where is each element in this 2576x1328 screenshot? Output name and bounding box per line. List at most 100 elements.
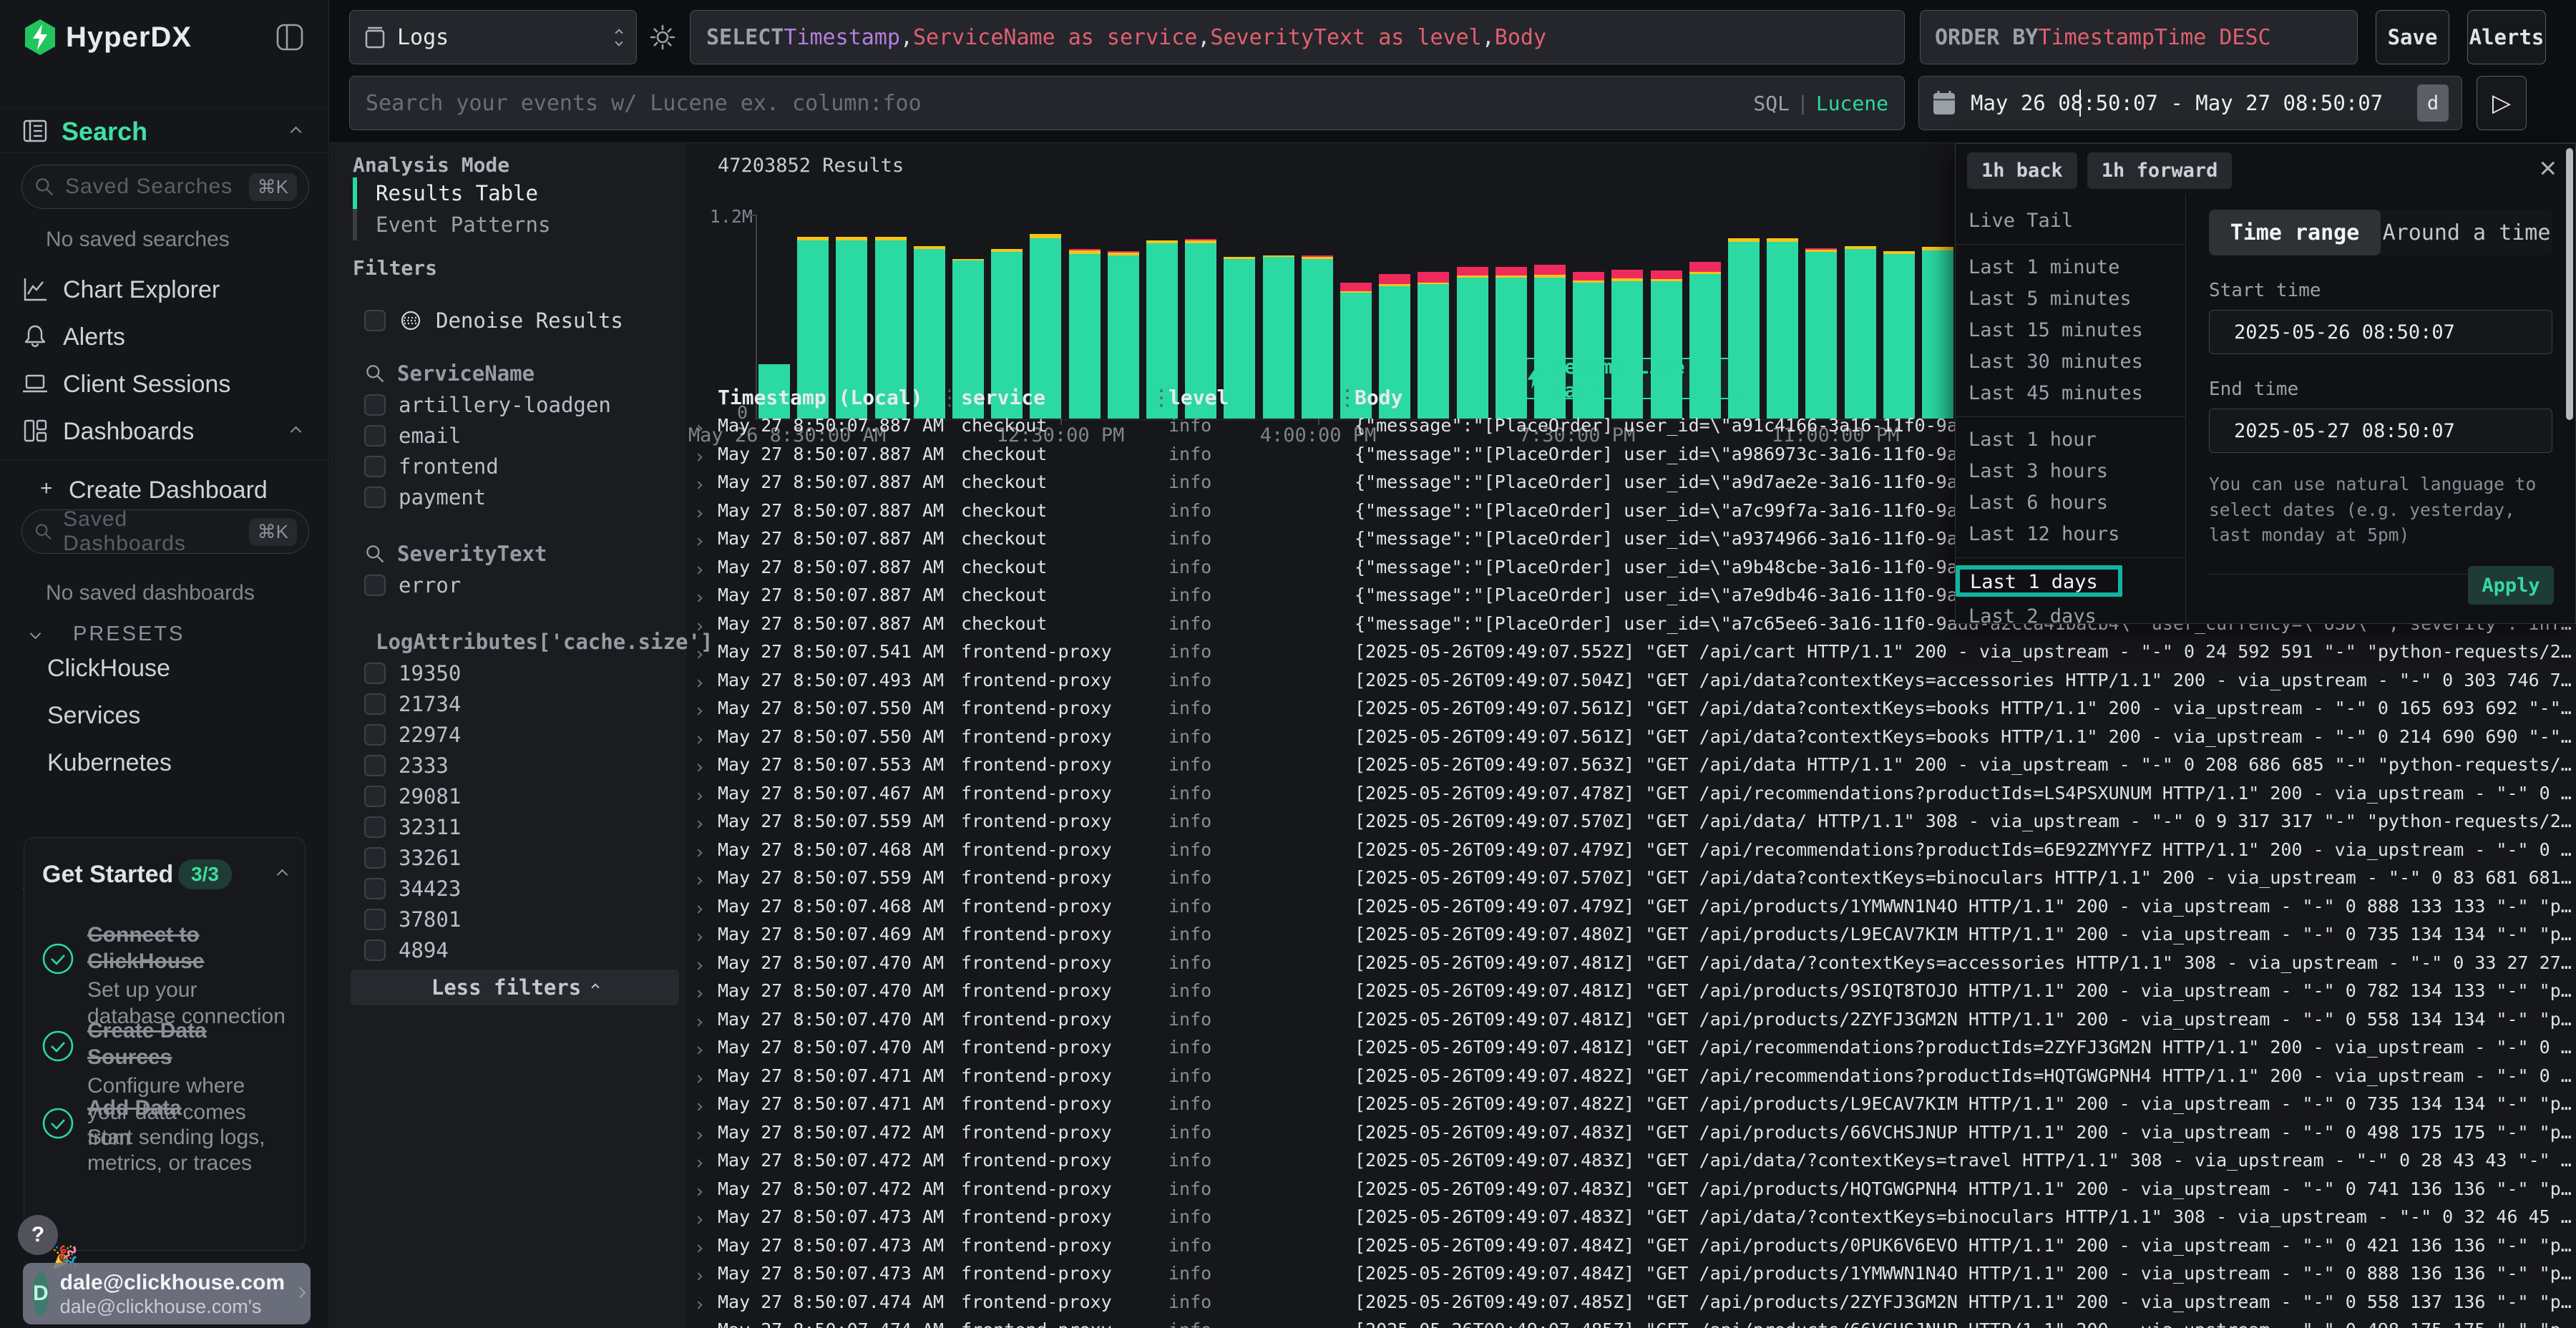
table-row[interactable]: May 27 8:50:07.471 AM frontend-proxy inf…: [687, 1062, 2576, 1090]
expand-row-icon[interactable]: [690, 415, 718, 436]
filter-checkbox-item[interactable]: 21734: [364, 688, 680, 719]
table-row[interactable]: May 27 8:50:07.470 AM frontend-proxy inf…: [687, 949, 2576, 977]
filter-checkbox-item[interactable]: 22974: [364, 719, 680, 750]
table-row[interactable]: May 27 8:50:07.474 AM frontend-proxy inf…: [687, 1288, 2576, 1317]
expand-row-icon[interactable]: [690, 1178, 718, 1199]
time-preset-option[interactable]: Last 15 minutes: [1956, 315, 2185, 346]
sql-select-editor[interactable]: SELECT Timestamp, ServiceName as service…: [690, 10, 1905, 64]
table-row[interactable]: May 27 8:50:07.473 AM frontend-proxy inf…: [687, 1259, 2576, 1288]
filter-checkbox-item[interactable]: error: [364, 570, 680, 600]
expand-row-icon[interactable]: [690, 500, 718, 521]
filter-checkbox-item[interactable]: 37801: [364, 904, 680, 934]
table-row[interactable]: May 27 8:50:07.493 AM frontend-proxy inf…: [687, 666, 2576, 695]
table-row[interactable]: May 27 8:50:07.541 AM frontend-proxy inf…: [687, 638, 2576, 666]
expand-row-icon[interactable]: [690, 528, 718, 549]
expand-row-icon[interactable]: [690, 1263, 718, 1284]
expand-row-icon[interactable]: [690, 783, 718, 804]
table-row[interactable]: May 27 8:50:07.471 AM frontend-proxy inf…: [687, 1090, 2576, 1118]
expand-row-icon[interactable]: [690, 980, 718, 1001]
sidebar-item-client-sessions[interactable]: Client Sessions: [0, 361, 328, 406]
expand-row-icon[interactable]: [690, 896, 718, 917]
table-row[interactable]: May 27 8:50:07.468 AM frontend-proxy inf…: [687, 836, 2576, 864]
apply-button[interactable]: Apply: [2468, 566, 2554, 605]
preset-kubernetes[interactable]: Kubernetes: [47, 749, 172, 777]
table-row[interactable]: May 27 8:50:07.472 AM frontend-proxy inf…: [687, 1175, 2576, 1204]
filter-group-header[interactable]: ServiceName: [364, 358, 680, 389]
expand-row-icon[interactable]: [690, 1065, 718, 1086]
presets-toggle[interactable]: PRESETS: [0, 617, 328, 651]
table-row[interactable]: May 27 8:50:07.474 AM frontend-proxy inf…: [687, 1316, 2576, 1328]
expand-row-icon[interactable]: [690, 585, 718, 605]
chevron-up-icon[interactable]: [278, 869, 286, 882]
table-row[interactable]: May 27 8:50:07.472 AM frontend-proxy inf…: [687, 1118, 2576, 1147]
analysis-mode-option[interactable]: Results Table: [353, 177, 550, 209]
table-row[interactable]: May 27 8:50:07.559 AM frontend-proxy inf…: [687, 807, 2576, 836]
order-by-editor[interactable]: ORDER BY TimestampTime DESC: [1920, 10, 2358, 64]
expand-row-icon[interactable]: [690, 1150, 718, 1171]
expand-row-icon[interactable]: [690, 867, 718, 888]
tab-time-range[interactable]: Time range: [2209, 210, 2381, 255]
get-started-step-connect[interactable]: Connect to ClickHouseSet up your databas…: [42, 922, 289, 1030]
saved-dashboards-input[interactable]: Saved Dashboards ⌘K: [21, 509, 309, 554]
source-select[interactable]: Logs: [349, 10, 637, 64]
expand-row-icon[interactable]: [690, 1093, 718, 1114]
col-level[interactable]: level: [1169, 386, 1355, 409]
table-row[interactable]: May 27 8:50:07.473 AM frontend-proxy inf…: [687, 1203, 2576, 1231]
time-preset-option[interactable]: Last 5 minutes: [1956, 283, 2185, 315]
table-row[interactable]: May 27 8:50:07.470 AM frontend-proxy inf…: [687, 977, 2576, 1005]
col-timestamp[interactable]: Timestamp (Local): [718, 386, 961, 409]
expand-row-icon[interactable]: [690, 1319, 718, 1328]
table-row[interactable]: May 27 8:50:07.550 AM frontend-proxy inf…: [687, 723, 2576, 751]
filter-checkbox-item[interactable]: artillery-loadgen: [364, 389, 680, 420]
save-button[interactable]: Save: [2376, 10, 2449, 64]
start-time-input[interactable]: [2209, 310, 2552, 354]
table-row[interactable]: May 27 8:50:07.468 AM frontend-proxy inf…: [687, 892, 2576, 921]
sidebar-item-chart-explorer[interactable]: Chart Explorer: [0, 266, 328, 312]
run-search-button[interactable]: ▷: [2477, 76, 2527, 130]
time-preset-option[interactable]: Last 12 hours: [1956, 519, 2185, 550]
expand-row-icon[interactable]: [690, 698, 718, 718]
filter-checkbox-item[interactable]: frontend: [364, 451, 680, 482]
date-range-input[interactable]: May 26 08:50:07 - May 27 08:50:07 d: [1918, 76, 2462, 130]
filter-checkbox-item[interactable]: 29081: [364, 781, 680, 811]
time-preset-option[interactable]: Last 1 minute: [1956, 252, 2185, 283]
expand-row-icon[interactable]: [690, 1235, 718, 1256]
time-preset-option[interactable]: Last 1 hour: [1956, 424, 2185, 456]
get-started-step-add-data[interactable]: Add DataStart sending logs, metrics, or …: [42, 1095, 289, 1177]
query-language-toggle[interactable]: SQL|Lucene: [1753, 92, 1888, 115]
create-dashboard-button[interactable]: + Create Dashboard: [0, 467, 328, 512]
expand-row-icon[interactable]: [690, 811, 718, 831]
expand-row-icon[interactable]: [690, 1292, 718, 1312]
sidebar-item-search[interactable]: Search: [0, 107, 328, 153]
time-preset-option[interactable]: Last 45 minutes: [1956, 378, 2185, 409]
time-preset-option[interactable]: Last 6 hours: [1956, 487, 2185, 519]
analysis-mode-option[interactable]: Event Patterns: [353, 209, 550, 240]
table-row[interactable]: May 27 8:50:07.467 AM frontend-proxy inf…: [687, 779, 2576, 808]
preset-clickhouse[interactable]: ClickHouse: [47, 655, 170, 683]
expand-row-icon[interactable]: [690, 1009, 718, 1030]
filter-checkbox-item[interactable]: email: [364, 420, 680, 451]
column-drag-handle[interactable]: ⋮: [1151, 386, 1172, 411]
filter-checkbox-item[interactable]: payment: [364, 482, 680, 512]
forward-1h-button[interactable]: 1h forward: [2087, 152, 2233, 189]
table-row[interactable]: May 27 8:50:07.473 AM frontend-proxy inf…: [687, 1231, 2576, 1260]
table-row[interactable]: May 27 8:50:07.559 AM frontend-proxy inf…: [687, 864, 2576, 892]
expand-row-icon[interactable]: [690, 1037, 718, 1058]
less-filters-button[interactable]: Less filters: [351, 970, 679, 1005]
column-drag-handle[interactable]: ⋮: [1337, 386, 1358, 411]
expand-row-icon[interactable]: [690, 670, 718, 690]
help-button[interactable]: ?: [18, 1215, 58, 1255]
denoise-results-checkbox[interactable]: Denoise Results: [364, 305, 623, 336]
table-row[interactable]: May 27 8:50:07.470 AM frontend-proxy inf…: [687, 1033, 2576, 1062]
back-1h-button[interactable]: 1h back: [1967, 152, 2077, 189]
table-row[interactable]: May 27 8:50:07.469 AM frontend-proxy inf…: [687, 920, 2576, 949]
time-preset-option[interactable]: Last 3 hours: [1956, 456, 2185, 487]
filter-checkbox-item[interactable]: 34423: [364, 873, 680, 904]
user-menu[interactable]: D dale@clickhouse.com dale@clickhouse.co…: [23, 1263, 311, 1324]
time-preset-option[interactable]: Last 1 days: [1956, 565, 2122, 597]
expand-row-icon[interactable]: [690, 1206, 718, 1227]
table-row[interactable]: May 27 8:50:07.553 AM frontend-proxy inf…: [687, 751, 2576, 779]
time-preset-option[interactable]: Last 30 minutes: [1956, 346, 2185, 378]
filter-checkbox-item[interactable]: 19350: [364, 658, 680, 688]
expand-row-icon[interactable]: [690, 472, 718, 492]
